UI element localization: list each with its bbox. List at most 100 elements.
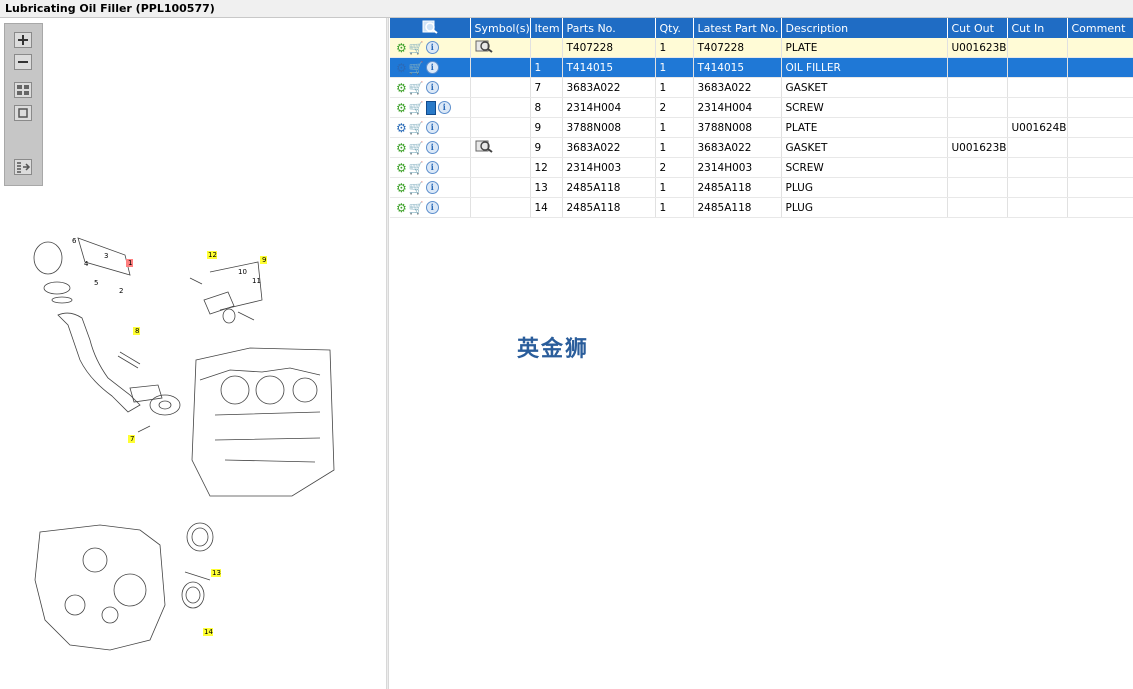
info-icon[interactable]: i [425,81,439,94]
configure-gear-icon[interactable]: ⚙ [396,82,407,94]
info-icon[interactable]: i [425,61,439,74]
row-actions: ⚙ 🛒 i [390,157,471,178]
grid-view-icon [17,85,29,95]
cell-cut-out [947,157,1008,178]
add-to-cart-icon[interactable]: 🛒 [409,202,424,214]
multi-gear-icon[interactable]: ⚙ [396,122,407,134]
column-header-item[interactable]: Item [530,18,563,38]
info-icon[interactable]: i [425,181,439,194]
table-row[interactable]: ⚙ 🛒 i 1 T414015 1 T414015 OIL FILLER [390,57,1133,78]
pane-splitter[interactable] [386,18,389,689]
table-row[interactable]: ⚙ 🛒 i 8 2314H004 2 2314H004 SCREW [390,97,1133,118]
single-view-button[interactable] [14,105,32,121]
cell-cut-in [1007,57,1068,78]
cell-symbol [470,157,531,178]
cell-qty: 1 [655,197,694,218]
callout-7[interactable]: 7 [130,435,134,443]
add-to-cart-icon[interactable]: 🛒 [409,82,424,94]
cell-qty: 1 [655,177,694,198]
zoom-in-button[interactable] [14,32,32,48]
column-header-symbols[interactable]: Symbol(s) [470,18,531,38]
row-actions: ⚙ 🛒 i [390,117,471,138]
add-to-cart-icon[interactable]: 🛒 [409,62,424,74]
info-icon[interactable]: i [425,121,439,134]
cell-symbol [470,117,531,138]
cell-latest-part-no: T414015 [693,57,782,78]
cell-description: PLUG [781,197,948,218]
cell-description: PLATE [781,38,948,58]
info-icon[interactable]: i [425,201,439,214]
configure-gear-icon[interactable]: ⚙ [396,162,407,174]
table-row[interactable]: ⚙ 🛒 i T407228 1 T407228 PLATE U001623B [390,38,1133,58]
add-to-cart-icon[interactable]: 🛒 [409,142,424,154]
illustration-magnify-icon[interactable] [475,139,493,153]
callout-1[interactable]: 1 [128,259,132,267]
info-icon[interactable]: i [425,161,439,174]
configure-gear-icon[interactable]: ⚙ [396,182,407,194]
cell-latest-part-no: 2485A118 [693,197,782,218]
column-header-comment[interactable]: Comment [1067,18,1133,38]
grid-view-button[interactable] [14,82,32,98]
zoom-in-icon [18,35,28,45]
add-to-cart-icon[interactable]: 🛒 [409,42,424,54]
exploded-parts-diagram[interactable]: 1 2 3 4 5 6 7 8 9 10 11 12 13 14 [0,200,386,689]
column-header-description[interactable]: Description [781,18,948,38]
callout-12[interactable]: 12 [208,251,217,259]
table-row[interactable]: ⚙ 🛒 i 9 3788N008 1 3788N008 PLATE U001624B [390,117,1133,138]
callout-14[interactable]: 14 [204,628,213,636]
cell-qty: 1 [655,57,694,78]
cell-qty: 1 [655,117,694,138]
column-header-cut-in[interactable]: Cut In [1007,18,1068,38]
list-export-button[interactable] [14,159,32,175]
multi-gear-icon[interactable]: ⚙ [396,62,407,74]
zoom-out-button[interactable] [14,54,32,70]
cell-parts-no: 2485A118 [562,197,656,218]
column-header-cut-out[interactable]: Cut Out [947,18,1008,38]
cell-latest-part-no: 3683A022 [693,137,782,158]
cell-symbol [470,38,531,58]
add-to-cart-icon[interactable]: 🛒 [409,102,424,114]
table-row[interactable]: ⚙ 🛒 i 13 2485A118 1 2485A118 PLUG [390,177,1133,198]
column-header-parts-no[interactable]: Parts No. [562,18,656,38]
table-row[interactable]: ⚙ 🛒 i 9 3683A022 1 3683A022 GASKET U001623B [390,137,1133,158]
column-header-latest-part-no[interactable]: Latest Part No. [693,18,782,38]
configure-gear-icon[interactable]: ⚙ [396,102,407,114]
callout-8[interactable]: 8 [135,327,139,335]
cell-cut-in [1007,157,1068,178]
zoom-out-icon [18,61,28,63]
column-header-qty[interactable]: Qty. [655,18,694,38]
info-icon[interactable]: i [425,141,439,154]
callout-5: 5 [94,279,98,287]
info-icon[interactable]: i [425,41,439,54]
configure-gear-icon[interactable]: ⚙ [396,42,407,54]
cell-latest-part-no: 3683A022 [693,77,782,98]
cell-item: 14 [530,197,563,218]
cell-cut-in [1007,177,1068,198]
callout-13[interactable]: 13 [212,569,221,577]
info-icon[interactable]: i [437,101,451,114]
illustration-magnify-icon[interactable] [475,39,493,53]
cell-cut-in [1007,197,1068,218]
add-to-cart-icon[interactable]: 🛒 [409,182,424,194]
cell-parts-no: T414015 [562,57,656,78]
cell-item: 9 [530,137,563,158]
cell-comment [1067,97,1133,118]
callout-2: 2 [119,287,123,295]
cell-description: PLATE [781,117,948,138]
cell-qty: 1 [655,38,694,58]
configure-gear-icon[interactable]: ⚙ [396,202,407,214]
table-row[interactable]: ⚙ 🛒 i 12 2314H003 2 2314H003 SCREW [390,157,1133,178]
callout-9[interactable]: 9 [262,256,266,264]
configure-gear-icon[interactable]: ⚙ [396,142,407,154]
table-row[interactable]: ⚙ 🛒 i 14 2485A118 1 2485A118 PLUG [390,197,1133,218]
cell-cut-in [1007,137,1068,158]
add-to-cart-icon[interactable]: 🛒 [409,122,424,134]
add-to-cart-icon[interactable]: 🛒 [409,162,424,174]
table-row[interactable]: ⚙ 🛒 i 7 3683A022 1 3683A022 GASKET [390,77,1133,98]
cell-parts-no: 2314H003 [562,157,656,178]
cell-qty: 2 [655,157,694,178]
column-header-actions[interactable] [390,18,471,38]
cell-qty: 1 [655,77,694,98]
parts-table: Symbol(s) Item Parts No. Qty. Latest Par… [390,18,1133,218]
manual-book-icon[interactable] [425,100,436,115]
